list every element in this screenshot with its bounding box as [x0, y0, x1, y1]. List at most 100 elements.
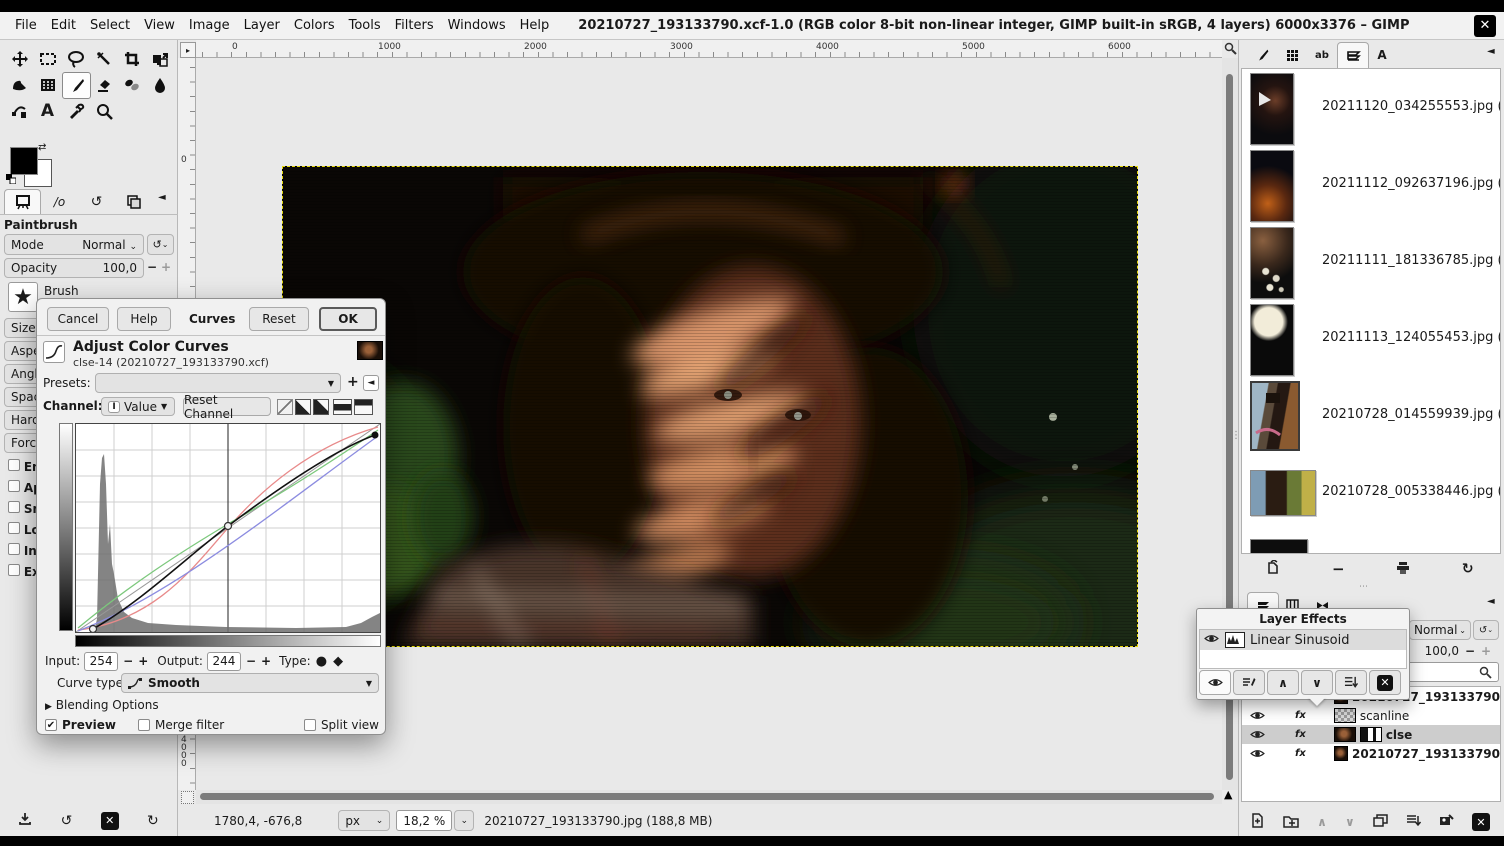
opacity-slider[interactable]: Opacity100,0 [4, 258, 144, 278]
move-tool-icon[interactable] [6, 46, 33, 71]
image-row-1[interactable]: 20211120_034255553.jpg (2598 × 4 [1242, 69, 1500, 146]
merge-filter-checkbox[interactable] [138, 719, 150, 731]
tab-undo-history[interactable]: ↺ [78, 189, 115, 215]
fx-badge[interactable]: fx [1295, 710, 1306, 721]
tab-images-active[interactable] [1337, 42, 1369, 69]
horizontal-ruler[interactable]: 0 1000 2000 3000 4000 5000 6000 [196, 40, 1222, 58]
zoom-tool-icon[interactable] [90, 98, 117, 123]
opacity-plus-button[interactable]: + [161, 260, 171, 274]
output-plus-icon[interactable]: + [261, 654, 271, 668]
value-curve[interactable] [93, 435, 375, 629]
crop-tool-icon[interactable] [118, 46, 145, 71]
tab-images[interactable] [115, 189, 152, 215]
menu-help[interactable]: Help [513, 18, 557, 33]
effect-delete-button[interactable]: ✕ [1369, 670, 1401, 695]
zoom-follow-icon[interactable] [1224, 42, 1237, 58]
curve-point-start[interactable] [90, 626, 97, 633]
menu-filters[interactable]: Filters [388, 18, 441, 33]
help-button[interactable]: Help [117, 307, 171, 331]
bucket-fill-tool-icon[interactable] [6, 72, 33, 97]
mode-reset-button[interactable]: ↺⌄ [147, 234, 174, 255]
rect-select-tool-icon[interactable] [34, 46, 61, 71]
presets-dropdown[interactable]: ▼ [95, 373, 341, 393]
refresh-icon[interactable]: ↻ [1462, 561, 1474, 577]
linear-histogram-icon[interactable] [277, 399, 293, 415]
blur-tool-icon[interactable] [146, 72, 173, 97]
save-preset-icon[interactable] [18, 812, 32, 829]
new-layer-icon[interactable] [1250, 813, 1265, 831]
layer-row-clse-selected[interactable]: fx clse [1242, 725, 1500, 744]
quickmask-toggle-icon[interactable] [181, 791, 194, 804]
menu-tools[interactable]: Tools [342, 18, 388, 33]
histogram-scale-icon[interactable] [313, 399, 329, 415]
tab-patterns[interactable] [1277, 42, 1307, 68]
input-minus-icon[interactable]: − [123, 654, 133, 668]
split-view-checkbox[interactable] [304, 719, 316, 731]
free-select-tool-icon[interactable] [62, 46, 89, 71]
input-plus-icon[interactable]: + [138, 654, 148, 668]
layer-opacity-value[interactable]: 100,0 [1409, 644, 1459, 658]
effect-merge-button[interactable] [1335, 670, 1367, 695]
zoom-dropdown-icon[interactable]: ⌄ [454, 810, 474, 831]
layer-mode-reset-button[interactable]: ↺⌄ [1473, 620, 1499, 640]
curve-point-mid[interactable] [225, 523, 232, 530]
toolbox-tab-menu-icon[interactable]: ◄ [158, 192, 166, 203]
duplicate-layer-icon[interactable] [1373, 814, 1388, 830]
menu-edit[interactable]: Edit [44, 18, 83, 33]
add-preset-icon[interactable]: + [347, 374, 359, 390]
text-tool-icon[interactable]: A [34, 98, 61, 123]
input-value-field[interactable]: 254 [84, 652, 118, 671]
new-group-icon[interactable] [1283, 814, 1299, 831]
menu-windows[interactable]: Windows [441, 18, 513, 33]
opacity-minus-button[interactable]: − [147, 260, 157, 274]
input-range-icon[interactable] [333, 399, 352, 415]
effect-lower-button[interactable]: ∨ [1301, 670, 1333, 695]
reset-channel-button[interactable]: Reset Channel [183, 397, 271, 416]
clone-tool-icon[interactable] [118, 72, 145, 97]
point-type-corner-icon[interactable]: ◆ [333, 654, 343, 669]
transform-tool-icon[interactable] [146, 46, 173, 71]
preset-menu-icon[interactable]: ◄ [363, 375, 379, 391]
layer-mode-dropdown[interactable]: Normal⌄ [1409, 620, 1471, 640]
image-row-5-selected[interactable]: 20210728_014559939.jpg (2702 × 3 [1242, 377, 1500, 454]
eye-icon[interactable] [1250, 710, 1265, 721]
layer-row-scanline[interactable]: fx scanline [1242, 706, 1500, 725]
canvas-navigation-icon[interactable]: ▲ [1224, 788, 1232, 801]
menu-view[interactable]: View [137, 18, 182, 33]
effect-edit-button[interactable] [1233, 670, 1265, 695]
tab-document-history[interactable]: A [1367, 42, 1397, 68]
image-row-3[interactable]: 20211111_181336785.jpg (2598 × 46 [1242, 223, 1500, 300]
delete-layer-icon[interactable]: ✕ [1472, 813, 1490, 831]
canvas-hscrollbar[interactable] [196, 790, 1222, 804]
fuzzy-select-tool-icon[interactable] [90, 46, 117, 71]
tab-device-status[interactable]: /o [41, 189, 78, 215]
blending-options-expander[interactable]: ▶ Blending Options [45, 698, 159, 712]
eye-icon[interactable] [1250, 748, 1265, 759]
curve-point-selected[interactable] [372, 432, 379, 439]
effect-raise-button[interactable]: ∧ [1267, 670, 1299, 695]
ruler-corner-menu-icon[interactable]: ▸ [180, 42, 196, 58]
paintbrush-tool-icon[interactable] [62, 72, 91, 99]
paths-tool-icon[interactable] [6, 98, 33, 123]
layer-opacity-plus[interactable]: + [1481, 644, 1491, 658]
anchor-mask-icon[interactable] [1439, 814, 1454, 830]
default-colors-icon[interactable] [6, 173, 16, 187]
brush-preview[interactable]: ★ [8, 282, 38, 312]
canvas-image[interactable] [282, 166, 1138, 647]
gradient-tool-icon[interactable] [34, 72, 61, 97]
curve-type-dropdown[interactable]: Smooth ▼ [121, 673, 379, 693]
output-value-field[interactable]: 244 [207, 652, 241, 671]
cancel-button[interactable]: Cancel [47, 307, 109, 331]
layer-row-base[interactable]: fx 20210727_193133790 [1242, 744, 1500, 763]
image-row-2[interactable]: 20211112_092637196.jpg (2598 × 46 [1242, 146, 1500, 223]
reset-button[interactable]: Reset [249, 307, 309, 331]
point-type-smooth-icon[interactable]: ● [316, 654, 327, 669]
output-range-icon[interactable] [354, 399, 373, 415]
tab-fonts[interactable]: ab [1307, 42, 1337, 68]
merge-layer-icon[interactable] [1406, 814, 1421, 831]
menu-colors[interactable]: Colors [287, 18, 342, 33]
dock-splitter-grip[interactable]: ⋯ [1359, 582, 1368, 592]
image-row-7-partial[interactable] [1242, 531, 1500, 553]
remove-image-icon[interactable]: − [1332, 560, 1345, 578]
foreground-color-swatch[interactable] [10, 147, 38, 175]
